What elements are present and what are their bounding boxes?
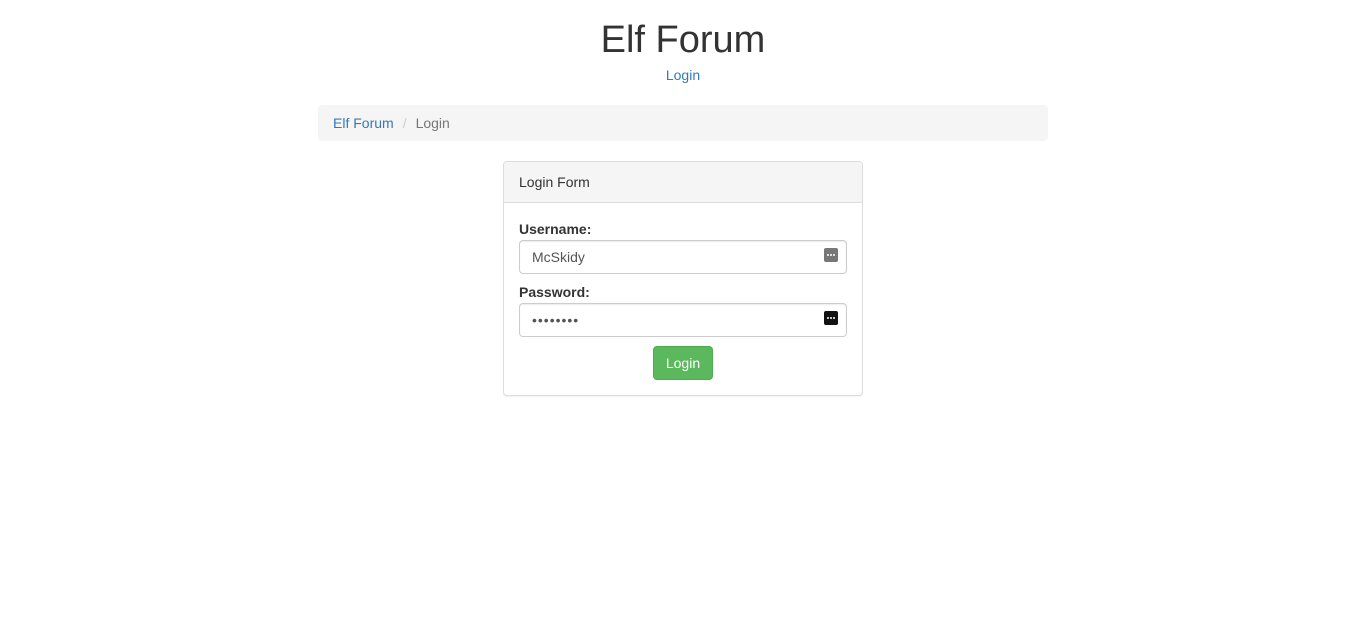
- login-panel-body: Username: Password: Login: [504, 203, 862, 395]
- username-input[interactable]: [519, 240, 847, 274]
- password-label: Password:: [519, 284, 590, 300]
- password-manager-icon[interactable]: [824, 311, 838, 325]
- login-panel: Login Form Username: Password: Login: [503, 161, 863, 396]
- top-login-link[interactable]: Login: [666, 67, 700, 83]
- login-button[interactable]: Login: [652, 346, 714, 380]
- password-field-wrap: [519, 303, 847, 337]
- password-input[interactable]: [519, 303, 847, 337]
- username-label: Username:: [519, 221, 592, 237]
- submit-row: Login: [519, 346, 847, 380]
- site-title: Elf Forum: [600, 19, 766, 61]
- breadcrumb-home-link[interactable]: Elf Forum: [333, 115, 394, 131]
- top-nav: Login: [0, 66, 1366, 84]
- username-field-wrap: [519, 240, 847, 274]
- autofill-dots-icon[interactable]: [824, 248, 838, 262]
- breadcrumb-current: Login: [415, 115, 450, 131]
- login-panel-heading: Login Form: [504, 162, 862, 203]
- breadcrumb: Elf Forum / Login: [318, 105, 1048, 141]
- breadcrumb-separator: /: [402, 115, 407, 131]
